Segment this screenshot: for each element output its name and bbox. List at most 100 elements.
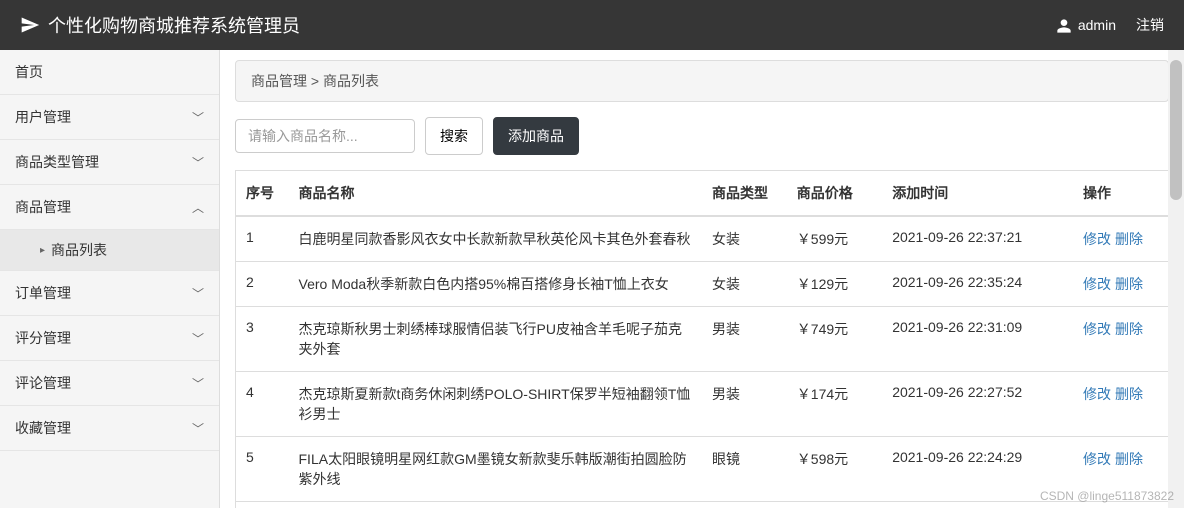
cell-type: 男装 <box>702 307 787 372</box>
cell-idx: 2 <box>236 262 289 307</box>
edit-link[interactable]: 修改 <box>1083 386 1111 402</box>
cell-action: 修改删除 <box>1073 372 1168 437</box>
cell-idx: 6 <box>236 502 289 508</box>
user-info[interactable]: admin <box>1056 16 1116 33</box>
sidebar-item-label: 商品类型管理 <box>15 152 99 172</box>
cell-price: ￥549元 <box>787 502 882 508</box>
product-table: 序号 商品名称 商品类型 商品价格 添加时间 操作 1白鹿明星同款香影风衣女中长… <box>235 170 1169 508</box>
chevron-down-icon: ﹀ <box>192 154 204 171</box>
edit-link[interactable]: 修改 <box>1083 451 1111 467</box>
sidebar-item-rating-mgmt[interactable]: 评分管理 ﹀ <box>0 316 219 361</box>
cell-action: 修改删除 <box>1073 502 1168 508</box>
add-product-button[interactable]: 添加商品 <box>493 117 579 155</box>
sidebar-item-label: 收藏管理 <box>15 418 71 438</box>
sidebar-item-product-mgmt[interactable]: 商品管理 ︿ <box>0 185 219 230</box>
chevron-down-icon: ﹀ <box>192 375 204 392</box>
edit-link[interactable]: 修改 <box>1083 231 1111 247</box>
th-price: 商品价格 <box>787 171 882 217</box>
content-area: 商品管理 > 商品列表 搜索 添加商品 序号 商品名称 商品类型 商品价格 添加… <box>220 50 1184 508</box>
scrollbar-thumb[interactable] <box>1170 60 1182 200</box>
sidebar-item-user-mgmt[interactable]: 用户管理 ﹀ <box>0 95 219 140</box>
cell-price: ￥129元 <box>787 262 882 307</box>
cell-time: 2021-09-26 22:24:29 <box>882 437 1073 502</box>
app-title: 个性化购物商城推荐系统管理员 <box>48 12 300 38</box>
cell-idx: 1 <box>236 216 289 262</box>
sidebar-subitem-label: 商品列表 <box>51 240 107 260</box>
cell-price: ￥599元 <box>787 216 882 262</box>
chevron-down-icon: ﹀ <box>192 285 204 302</box>
cell-time: 2021-09-26 22:35:24 <box>882 262 1073 307</box>
cell-time: 2021-09-26 22:27:52 <box>882 372 1073 437</box>
delete-link[interactable]: 删除 <box>1115 451 1143 467</box>
table-row: 1白鹿明星同款香影风衣女中长款新款早秋英伦风卡其色外套春秋女装￥599元2021… <box>236 216 1169 262</box>
th-type: 商品类型 <box>702 171 787 217</box>
cell-name: FILA太阳眼镜明星网红款GM墨镜女新款斐乐韩版潮街拍圆脸防紫外线 <box>289 437 702 502</box>
header-right: admin 注销 <box>1056 15 1164 35</box>
scrollbar-track[interactable] <box>1168 50 1184 508</box>
cell-time: 2021-09-26 22:22:41 <box>882 502 1073 508</box>
table-row: 2Vero Moda秋季新款白色内搭95%棉百搭修身长袖T恤上衣女女装￥129元… <box>236 262 1169 307</box>
th-time: 添加时间 <box>882 171 1073 217</box>
username-label: admin <box>1078 17 1116 33</box>
search-input[interactable] <box>235 119 415 153</box>
caret-right-icon: ▸ <box>40 245 45 256</box>
sidebar: 首页 用户管理 ﹀ 商品类型管理 ﹀ 商品管理 ︿ ▸ 商品列表 订单管理 ﹀ … <box>0 50 220 508</box>
delete-link[interactable]: 删除 <box>1115 321 1143 337</box>
cell-action: 修改删除 <box>1073 437 1168 502</box>
sidebar-item-label: 评分管理 <box>15 328 71 348</box>
sidebar-item-home[interactable]: 首页 <box>0 50 219 95</box>
sidebar-item-label: 订单管理 <box>15 283 71 303</box>
table-row: 4杰克琼斯夏新款t商务休闲刺绣POLO-SHIRT保罗半短袖翻领T恤衫男士男装￥… <box>236 372 1169 437</box>
th-action: 操作 <box>1073 171 1168 217</box>
chevron-up-icon: ︿ <box>192 199 204 216</box>
sidebar-item-order-mgmt[interactable]: 订单管理 ﹀ <box>0 271 219 316</box>
toolbar: 搜索 添加商品 <box>235 117 1169 155</box>
cell-action: 修改删除 <box>1073 262 1168 307</box>
cell-action: 修改删除 <box>1073 307 1168 372</box>
breadcrumb: 商品管理 > 商品列表 <box>235 60 1169 102</box>
sidebar-item-label: 商品管理 <box>15 197 71 217</box>
delete-link[interactable]: 删除 <box>1115 386 1143 402</box>
logout-link[interactable]: 注销 <box>1136 15 1164 35</box>
sidebar-item-favorite-mgmt[interactable]: 收藏管理 ﹀ <box>0 406 219 451</box>
cell-idx: 5 <box>236 437 289 502</box>
chevron-down-icon: ﹀ <box>192 420 204 437</box>
main-container: 首页 用户管理 ﹀ 商品类型管理 ﹀ 商品管理 ︿ ▸ 商品列表 订单管理 ﹀ … <box>0 50 1184 508</box>
table-row: 6帕森太阳镜时尚宋祖儿明星同款复古韩版潮黑框墨镜女显脸小91620眼镜￥549元… <box>236 502 1169 508</box>
cell-type: 眼镜 <box>702 437 787 502</box>
sidebar-item-label: 用户管理 <box>15 107 71 127</box>
table-row: 5FILA太阳眼镜明星网红款GM墨镜女新款斐乐韩版潮街拍圆脸防紫外线眼镜￥598… <box>236 437 1169 502</box>
chevron-down-icon: ﹀ <box>192 109 204 126</box>
sidebar-subitem-product-list[interactable]: ▸ 商品列表 <box>0 230 219 271</box>
cell-idx: 4 <box>236 372 289 437</box>
cell-name: 白鹿明星同款香影风衣女中长款新款早秋英伦风卡其色外套春秋 <box>289 216 702 262</box>
delete-link[interactable]: 删除 <box>1115 231 1143 247</box>
cell-name: 杰克琼斯秋男士刺绣棒球服情侣装飞行PU皮袖含羊毛呢子茄克夹外套 <box>289 307 702 372</box>
search-button[interactable]: 搜索 <box>425 117 483 155</box>
cell-action: 修改删除 <box>1073 216 1168 262</box>
table-row: 3杰克琼斯秋男士刺绣棒球服情侣装飞行PU皮袖含羊毛呢子茄克夹外套男装￥749元2… <box>236 307 1169 372</box>
chevron-down-icon: ﹀ <box>192 330 204 347</box>
cell-type: 男装 <box>702 372 787 437</box>
header-left: 个性化购物商城推荐系统管理员 <box>20 12 300 38</box>
app-header: 个性化购物商城推荐系统管理员 admin 注销 <box>0 0 1184 50</box>
breadcrumb-parent[interactable]: 商品管理 <box>251 73 307 89</box>
cell-price: ￥749元 <box>787 307 882 372</box>
edit-link[interactable]: 修改 <box>1083 321 1111 337</box>
cell-time: 2021-09-26 22:37:21 <box>882 216 1073 262</box>
sidebar-item-product-type-mgmt[interactable]: 商品类型管理 ﹀ <box>0 140 219 185</box>
breadcrumb-current: 商品列表 <box>323 73 379 89</box>
th-idx: 序号 <box>236 171 289 217</box>
cell-type: 女装 <box>702 216 787 262</box>
cell-name: 帕森太阳镜时尚宋祖儿明星同款复古韩版潮黑框墨镜女显脸小91620 <box>289 502 702 508</box>
sidebar-item-comment-mgmt[interactable]: 评论管理 ﹀ <box>0 361 219 406</box>
cell-idx: 3 <box>236 307 289 372</box>
edit-link[interactable]: 修改 <box>1083 276 1111 292</box>
breadcrumb-separator: > <box>311 73 319 89</box>
table-header-row: 序号 商品名称 商品类型 商品价格 添加时间 操作 <box>236 171 1169 217</box>
paper-plane-icon <box>20 15 40 35</box>
cell-price: ￥174元 <box>787 372 882 437</box>
cell-type: 眼镜 <box>702 502 787 508</box>
cell-name: Vero Moda秋季新款白色内搭95%棉百搭修身长袖T恤上衣女 <box>289 262 702 307</box>
delete-link[interactable]: 删除 <box>1115 276 1143 292</box>
